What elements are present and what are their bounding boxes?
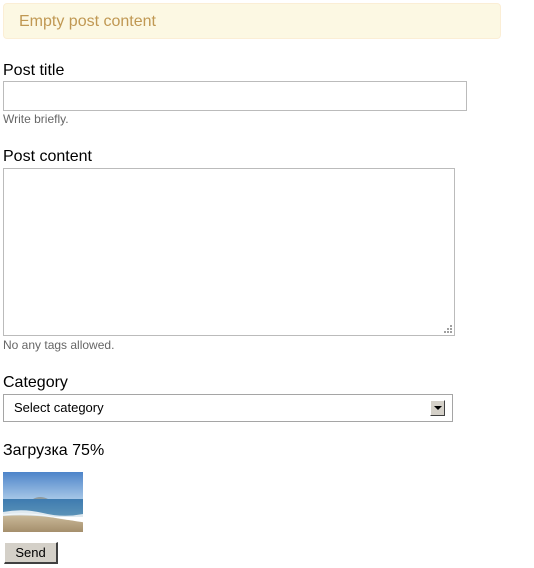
send-button[interactable]: Send <box>4 542 58 564</box>
post-content-textarea[interactable] <box>3 168 455 336</box>
post-title-input[interactable] <box>3 81 467 111</box>
dropdown-arrow-icon[interactable] <box>430 400 445 416</box>
post-content-label: Post content <box>3 148 92 165</box>
beach-photo-image <box>3 472 83 532</box>
category-select[interactable]: Select category <box>3 394 453 422</box>
post-content-wrapper <box>3 168 455 336</box>
post-content-hint: No any tags allowed. <box>3 338 115 352</box>
resize-grip-icon[interactable] <box>443 324 453 334</box>
category-select-value: Select category <box>14 400 104 415</box>
post-title-label: Post title <box>3 62 65 79</box>
uploaded-image-thumbnail <box>3 472 83 532</box>
category-label: Category <box>3 374 68 391</box>
upload-status: Загрузка 75% <box>3 442 105 459</box>
error-alert: Empty post content <box>3 3 501 39</box>
error-alert-message: Empty post content <box>19 13 156 30</box>
post-title-hint: Write briefly. <box>3 112 69 126</box>
